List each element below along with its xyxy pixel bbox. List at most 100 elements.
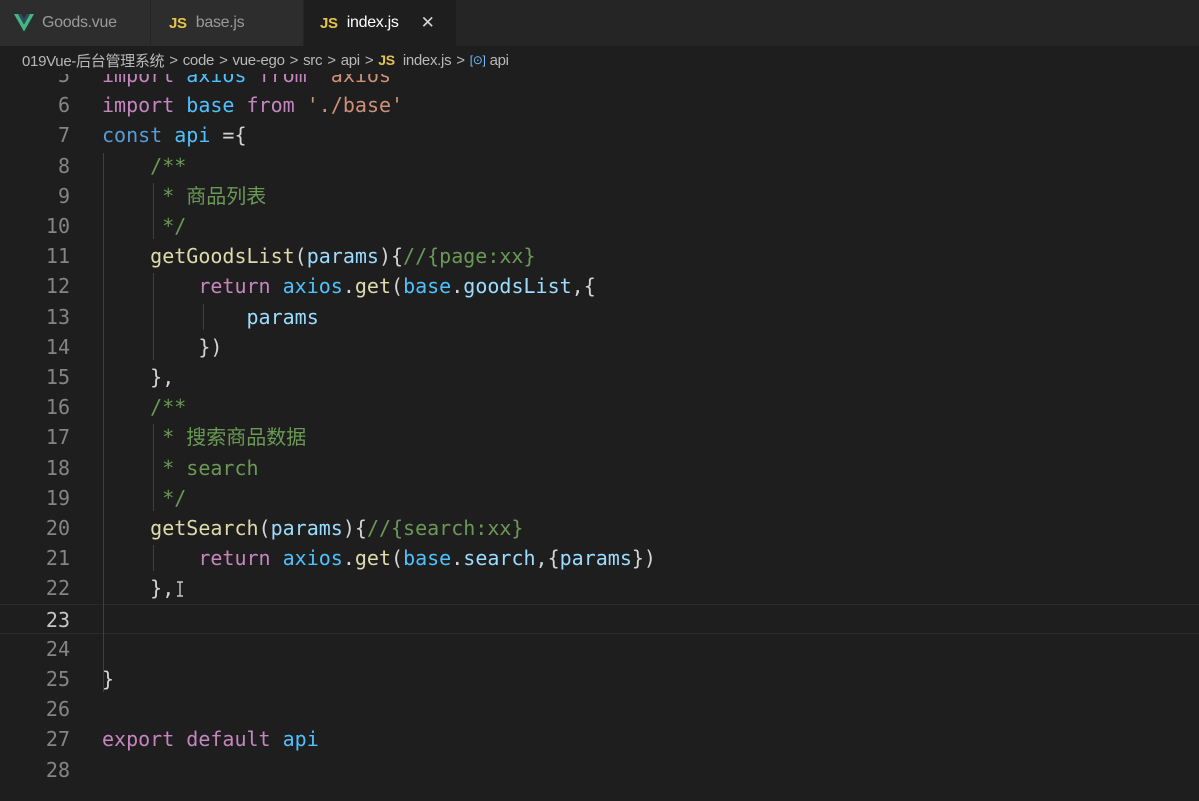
breadcrumb-item-file[interactable]: index.js [403, 52, 452, 69]
code-line[interactable]: 18 * search [0, 453, 1199, 483]
code-content: }, [102, 573, 174, 603]
code-token: /** [102, 395, 187, 420]
code-line[interactable]: 6 import base from './base' [0, 90, 1199, 120]
close-icon[interactable]: ✕ [421, 13, 435, 33]
code-token: = [222, 123, 235, 148]
code-line[interactable]: 14 }) [0, 332, 1199, 362]
line-number: 9 [57, 183, 70, 208]
indent-guide [153, 273, 154, 360]
code-token: return [102, 546, 283, 571]
code-token: */ [102, 214, 187, 238]
tab-index-js[interactable]: JS index.js ✕ [304, 0, 456, 46]
code-token: goodsList [463, 274, 572, 299]
code-token: /** [102, 153, 187, 178]
code-line[interactable]: 16 /** [0, 392, 1199, 422]
code-token: * 商品列表 [102, 183, 267, 208]
code-token: get [354, 546, 392, 571]
js-icon: JS [320, 14, 338, 32]
tab-goods-vue[interactable]: Goods.vue [0, 0, 150, 46]
line-number: 22 [45, 576, 70, 601]
code-content: return axios.get(base.search,{params}) [102, 543, 656, 573]
tab-bar: Goods.vue JS base.js JS index.js ✕ [0, 0, 1199, 46]
code-line[interactable]: 11 getGoodsList(params){//{page:xx} [0, 241, 1199, 271]
line-number: 17 [45, 425, 70, 450]
code-line[interactable]: 26 [0, 694, 1199, 724]
line-number: 13 [45, 304, 70, 329]
code-token: . [451, 274, 464, 299]
code-content: * 搜索商品数据 [102, 422, 306, 452]
code-token: './base' [306, 93, 404, 118]
code-token: }, [102, 365, 175, 389]
code-content: /** [102, 151, 186, 181]
code-line[interactable]: 17 * 搜索商品数据 [0, 422, 1199, 452]
code-token: */ [102, 485, 187, 510]
code-token: getGoodsList [102, 244, 295, 269]
code-line[interactable]: 13 params [0, 302, 1199, 332]
line-number: 18 [45, 455, 70, 480]
code-line[interactable]: 12 return axios.get(base.goodsList,{ [0, 271, 1199, 301]
code-line[interactable]: 7 const api ={ [0, 120, 1199, 150]
code-line[interactable]: 8 /** [0, 151, 1199, 181]
mouse-ibeam-cursor [176, 581, 184, 599]
code-line[interactable]: 15 }, [0, 362, 1199, 392]
chevron-right-icon: > [219, 51, 228, 69]
code-line[interactable]: 25} [0, 664, 1199, 694]
code-content: getGoodsList(params){//{page:xx} [102, 241, 535, 271]
code-token: . [451, 546, 464, 571]
code-token: //{search:xx} [366, 516, 524, 540]
code-token: ){ [342, 516, 367, 540]
code-token: return [102, 274, 283, 299]
indent-guide [103, 152, 104, 693]
code-content: }, [102, 362, 174, 392]
code-token: import [102, 93, 187, 118]
breadcrumb: 019Vue-后台管理系统 > code > vue-ego > src > a… [0, 46, 1199, 74]
line-number: 28 [45, 757, 70, 782]
line-number: 10 [45, 214, 70, 238]
breadcrumb-item-project[interactable]: 019Vue-后台管理系统 [22, 50, 165, 71]
code-token: getSearch [102, 516, 259, 540]
indent-guide [153, 182, 154, 240]
code-content: /** [102, 392, 186, 422]
line-number: 6 [57, 93, 70, 118]
code-line[interactable]: 23 [0, 603, 1199, 634]
code-token: ( [258, 516, 271, 540]
line-number: 7 [57, 123, 70, 148]
code-line[interactable]: 27 export default api [0, 724, 1199, 754]
indent-guide [153, 545, 154, 572]
code-token: base [403, 274, 452, 299]
breadcrumb-item-vue-ego[interactable]: vue-ego [233, 52, 285, 69]
tab-base-js[interactable]: JS base.js [150, 0, 303, 46]
code-token: params [270, 516, 343, 540]
code-line[interactable]: 9 * 商品列表 [0, 181, 1199, 211]
code-line[interactable]: 28 [0, 755, 1199, 785]
code-token: ( [391, 546, 404, 571]
line-number: 23 [45, 607, 70, 632]
breadcrumb-item-api[interactable]: api [341, 52, 360, 69]
code-token: ,{ [535, 546, 560, 571]
code-line[interactable]: 21 return axios.get(base.search,{params}… [0, 543, 1199, 573]
breadcrumb-item-code[interactable]: code [183, 52, 215, 69]
js-icon: JS [378, 52, 395, 68]
line-number: 26 [45, 697, 70, 722]
code-token: default [186, 727, 283, 752]
code-content: }) [102, 332, 222, 362]
indent-guide [203, 303, 204, 330]
code-editor[interactable]: 5 import axios from 'axios' 6 import base f… [0, 60, 1199, 801]
code-line[interactable]: 24 [0, 634, 1199, 664]
breadcrumb-item-symbol[interactable]: api [490, 52, 509, 69]
code-content: getSearch(params){//{search:xx} [102, 513, 523, 543]
line-number: 24 [45, 636, 70, 661]
code-line[interactable]: 10 */ [0, 211, 1199, 241]
vue-icon [14, 14, 34, 32]
code-line[interactable]: 20 getSearch(params){//{search:xx} [0, 513, 1199, 543]
line-number: 14 [45, 334, 70, 359]
code-token: * search [102, 455, 259, 480]
code-token: ( [391, 274, 404, 299]
code-token: const [102, 123, 175, 148]
chevron-right-icon: > [289, 51, 299, 69]
code-token: * 搜索商品数据 [102, 425, 307, 450]
breadcrumb-item-src[interactable]: src [303, 52, 322, 69]
code-line[interactable]: 19 */ [0, 483, 1199, 513]
tab-label: Goods.vue [42, 14, 117, 31]
code-token: api [282, 727, 319, 752]
